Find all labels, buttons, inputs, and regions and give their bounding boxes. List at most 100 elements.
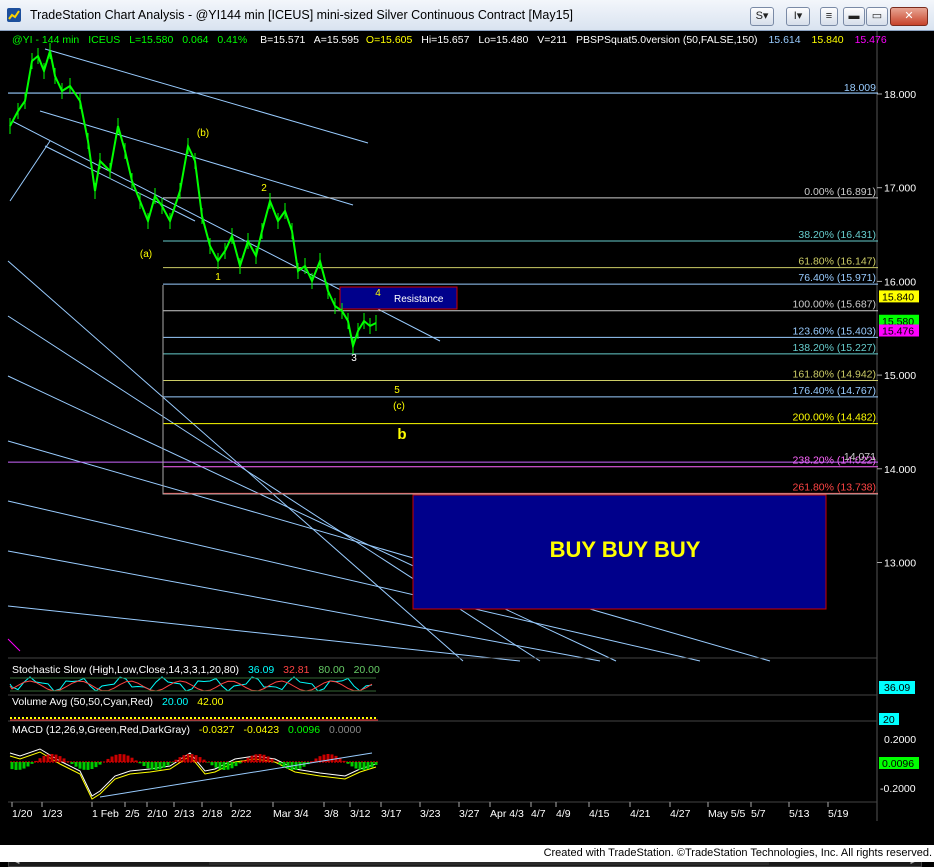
fib-label: 138.20% (15.227) [793,342,876,354]
fib-label: 61.80% (16.147) [798,256,876,268]
time-tick-label: 1/23 [42,808,63,820]
s-button-label: S [755,10,763,22]
fib-label: 261.80% (13.738) [793,481,876,493]
fib-label: 176.40% (14.767) [793,385,876,397]
time-tick-label: 2/13 [174,808,195,820]
time-tick-label: 2/10 [147,808,168,820]
axis-tick-label: 14.000 [884,464,916,476]
volume-plot [10,717,378,721]
legend-symbol: @YI - 144 min [12,34,79,46]
wave-labels: (b) 2 (a) 1 4 3 5 (c) b [140,128,407,443]
axis-tick-label: 13.000 [884,558,916,570]
time-tick-label: 2/5 [125,808,140,820]
time-tick-label: 2/18 [202,808,223,820]
legend-high: Hi=15.657 [421,34,469,46]
wave-label: 3 [351,353,357,364]
stochastic-name: Stochastic Slow (High,Low,Close,14,3,3,1… [12,664,239,676]
price-series [9,43,377,354]
legend-ask: A=15.595 [314,34,359,46]
channel-line [44,145,196,222]
macd-legend: MACD (12,26,9,Green,Red,DarkGray) -0.032… [12,724,361,736]
axis-tick-label: 16.000 [884,276,916,288]
fib-label: 123.60% (15.403) [793,325,876,337]
wave-label: (b) [197,128,209,139]
wave-label: b [397,426,406,443]
minimize-button[interactable]: ▬ [843,7,865,26]
fib-label: 0.00% (16.891) [804,186,876,198]
magenta-line [7,638,21,652]
i-button[interactable]: I▾ [786,7,810,26]
time-tick-label: 4/27 [670,808,691,820]
wave-label: 4 [375,288,381,299]
s-button[interactable]: S▾ [750,7,774,26]
time-tick-label: 2/22 [231,808,252,820]
legend-volume: V=211 [537,34,567,46]
legend-change: 0.064 [182,34,208,46]
fib-label: 161.80% (14.942) [793,369,876,381]
footer-bar: Created with TradeStation. ©TradeStation… [0,845,934,862]
chart-area[interactable]: @YI - 144 min ICEUS L=15.580 0.064 0.41%… [0,31,934,867]
macd-value: -0.0327 [199,724,235,736]
legend-indicator-val3: 15.476 [855,34,887,46]
legend-indicator-val2: 15.840 [812,34,844,46]
close-button[interactable]: ✕ [890,7,928,26]
time-tick-label: 4/9 [556,808,571,820]
channel-line [7,605,521,662]
line-14071-label: 14.071 [844,451,876,463]
fib-label: 200.00% (14.482) [793,412,876,424]
stochastic-k: 36.09 [248,664,274,676]
dropdown-arrow-icon: ▾ [796,10,803,22]
stoch-k-line [9,676,373,692]
maximize-icon: ▭ [871,10,883,22]
chart-canvas[interactable]: @YI - 144 min ICEUS L=15.580 0.064 0.41%… [0,31,934,844]
time-tick-label: 1 Feb [92,808,119,820]
stochastic-plot [9,676,376,692]
macd-histogram: 0.0096 [288,724,320,736]
legend-low: Lo=15.480 [478,34,528,46]
window-titlebar[interactable]: TradeStation Chart Analysis - @YI144 min… [0,0,934,31]
maximize-button[interactable]: ▭ [866,7,888,26]
axis-tick-label: 15.000 [884,370,916,382]
time-tick-label: 4/15 [589,808,610,820]
macd-plot [9,748,378,800]
time-tick-label: 3/23 [420,808,441,820]
time-tick-label: 4/7 [531,808,546,820]
price-axis: 18.000 17.000 16.000 15.000 14.000 13.000 15.8… [877,89,919,570]
stochastic-oversold: 20.00 [354,664,380,676]
fib-label: 38.20% (16.431) [798,229,876,241]
window-title: TradeStation Chart Analysis - @YI144 min… [30,8,573,22]
volume-avg2: 42.00 [197,696,223,708]
stochastic-axis-value: 36.09 [884,682,910,694]
tradestation-app-icon [7,8,21,22]
legend-open: O=15.605 [366,34,413,46]
time-tick-label: 5/19 [828,808,849,820]
wave-label: 1 [215,272,221,283]
wave-label: (c) [393,401,405,412]
volume-name: Volume Avg (50,50,Cyan,Red) [12,696,153,708]
axis-tick-label: 18.000 [884,89,916,101]
legend-pct: 0.41% [217,34,247,46]
menu-icon: ≡ [825,10,833,22]
volume-axis-value: 20 [883,714,895,726]
buy-zone-label: BUY BUY BUY [550,537,701,562]
axis-marker-label: 15.840 [882,291,914,303]
macd-axis-tick-bottom: -0.2000 [880,783,916,795]
resistance-label: Resistance [394,294,444,305]
time-tick-label: 5/13 [789,808,810,820]
time-tick-label: 3/27 [459,808,480,820]
toolbar-menu-button[interactable]: ≡ [820,7,838,26]
fib-frame [162,285,878,495]
legend-exchange: ICEUS [88,34,120,46]
time-axis: 1/20 1/23 1 Feb 2/5 2/10 2/13 2/18 2/22 Mar 3/4 3… [11,802,849,820]
volume-legend: Volume Avg (50,50,Cyan,Red) 20.00 42.00 [12,696,224,708]
legend-bid: B=15.571 [260,34,305,46]
legend-indicator: PBSPSquat5.0version (50,FALSE,150) [576,34,758,46]
channel-line [9,140,51,202]
minimize-icon: ▬ [848,10,860,22]
macd-zero: 0.0000 [329,724,361,736]
time-tick-label: 4/21 [630,808,651,820]
wave-label: 5 [394,385,400,396]
fib-label: 18.009 [844,82,876,94]
stochastic-overbought: 80.00 [318,664,344,676]
axis-marker-label: 15.476 [882,325,914,337]
